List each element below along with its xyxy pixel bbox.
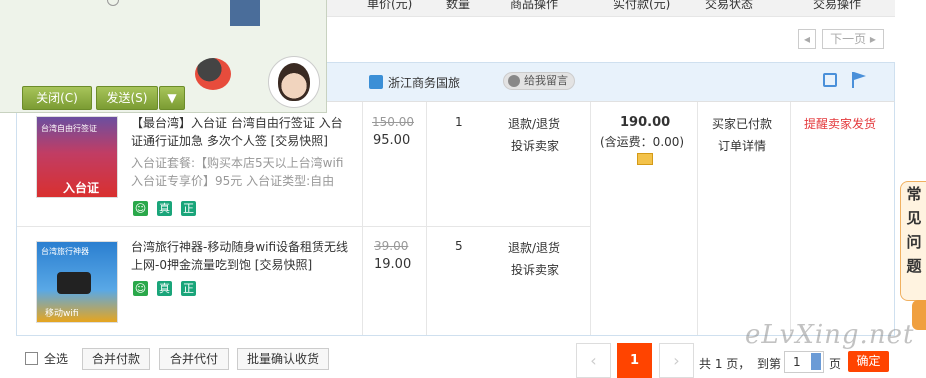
batch-confirm-receipt-button[interactable]: 批量确认收货 <box>237 348 329 370</box>
total-pages-text: 共 1 页， <box>699 357 751 371</box>
header-unit-price: 单价(元) <box>367 0 413 11</box>
header-trade-ops: 交易操作 <box>813 0 862 11</box>
quantity: 5 <box>455 239 463 253</box>
page-number-input[interactable]: 1 <box>784 351 824 373</box>
close-button[interactable]: 关闭(C) <box>22 86 92 110</box>
order-detail-link[interactable]: 订单详情 <box>718 137 766 154</box>
shop-name-link[interactable]: 浙江商务国旅 <box>388 74 460 91</box>
send-options-button[interactable]: ▼ <box>159 86 185 110</box>
unit-price: 95.00 <box>373 133 411 148</box>
order-table-header: 单价(元) 数量 商品操作 实付款(元) 交易状态 交易操作 <box>325 0 895 17</box>
avatar[interactable] <box>268 56 320 108</box>
chat-popup: 关闭(C) 发送(S) ▼ <box>0 0 327 113</box>
product-thumbnail-wifi[interactable]: 台湾旅行神器 移动wifi <box>36 241 118 323</box>
product-title-link[interactable]: 【最台湾】入台证 台湾自由行签证 入台证通行证加急 多次个人签 [交易快照] <box>131 114 349 150</box>
page-stepper-icon[interactable] <box>811 353 821 370</box>
leave-message-label: 给我留言 <box>524 74 568 87</box>
merge-pay-button[interactable]: 合并付款 <box>82 348 150 370</box>
order-status: 买家已付款 <box>712 117 773 131</box>
product-thumbnail-entry-permit[interactable]: 台湾自由行签证 入台证 <box>36 116 118 198</box>
authentic-badge[interactable]: 真 <box>157 201 172 216</box>
header-product-ops: 商品操作 <box>510 0 559 11</box>
header-paid: 实付款(元) <box>613 0 671 11</box>
faq-side-tab[interactable]: 常 见 问 题 <box>900 181 926 301</box>
prev-page-button[interactable]: ◂ <box>798 29 816 49</box>
genuine-badge[interactable]: 正 <box>181 201 196 216</box>
original-price: 150.00 <box>372 115 414 129</box>
confirm-goto-button[interactable]: 确定 <box>848 351 889 372</box>
next-page-button[interactable]: 下一页 ▸ <box>822 29 884 49</box>
order-body: 台湾自由行签证 入台证 【最台湾】入台证 台湾自由行签证 入台证通行证加急 多次… <box>16 101 895 336</box>
flag-icon[interactable] <box>851 71 867 92</box>
unit-price: 19.00 <box>374 257 412 272</box>
chevron-down-icon: ▼ <box>167 91 177 105</box>
complain-link[interactable]: 投诉卖家 <box>511 261 559 278</box>
order-total: 190.00 <box>620 115 671 130</box>
settings-dot-icon[interactable] <box>107 0 119 6</box>
wifi-device-image <box>57 272 91 294</box>
send-button[interactable]: 发送(S) <box>96 86 158 110</box>
shipping-fee: (含运费：0.00) <box>600 135 685 149</box>
page-unit: 页 <box>829 357 842 371</box>
product-title-link[interactable]: 台湾旅行神器-移动随身wifi设备租赁无线上网-0押金流量吃到饱 [交易快照] <box>131 238 349 274</box>
remind-seller-link[interactable]: 提醒卖家发货 <box>804 115 876 132</box>
watermark: eLvXing.net <box>745 320 915 350</box>
merge-proxy-pay-button[interactable]: 合并代付 <box>159 348 229 370</box>
select-all-checkbox[interactable] <box>25 352 38 365</box>
original-price: 39.00 <box>374 239 409 253</box>
next-page-arrow[interactable]: › <box>659 343 694 378</box>
header-status: 交易状态 <box>705 0 754 11</box>
header-quantity: 数量 <box>446 0 471 11</box>
prev-page-arrow[interactable]: ‹ <box>576 343 611 378</box>
payment-card-icon <box>637 153 653 165</box>
current-page-button[interactable]: 1 <box>617 343 652 378</box>
goto-text: 到第 <box>757 357 782 371</box>
share-icon[interactable] <box>823 73 837 87</box>
product-props: 入台证套餐:【购买本店5天以上台湾wifi入台证专享价】95元 入台证类型:自由 <box>131 156 344 188</box>
select-all-label[interactable]: 全选 <box>44 350 68 367</box>
genuine-badge[interactable]: 正 <box>181 281 196 296</box>
refund-link[interactable]: 退款/退货 <box>508 239 560 256</box>
qq-penguin-icon <box>195 58 231 90</box>
guarantee-icon[interactable]: ☺ <box>133 281 148 296</box>
guarantee-icon[interactable]: ☺ <box>133 201 148 216</box>
quantity: 1 <box>455 115 463 129</box>
avatar-face-image <box>278 63 310 101</box>
wangwang-icon[interactable] <box>369 75 383 89</box>
authentic-badge[interactable]: 真 <box>157 281 172 296</box>
complain-link[interactable]: 投诉卖家 <box>511 137 559 154</box>
refund-link[interactable]: 退款/退货 <box>508 115 560 132</box>
leave-message-button[interactable]: 给我留言 <box>503 72 575 90</box>
person-jeans-image <box>230 0 260 26</box>
speech-bubble-icon <box>508 75 520 87</box>
